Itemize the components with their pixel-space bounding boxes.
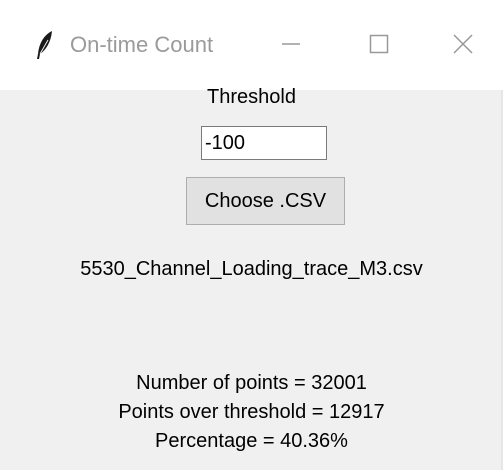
app-window: On-time Count Threshold Choose .CSV 5530…	[0, 0, 503, 470]
file-name-label: 5530_Channel_Loading_trace_M3.csv	[80, 258, 423, 280]
close-icon[interactable]	[440, 24, 486, 64]
minimize-icon[interactable]	[268, 24, 314, 64]
points-count-label: Number of points = 32001	[136, 372, 367, 394]
threshold-label: Threshold	[207, 86, 296, 108]
feather-icon	[34, 30, 56, 60]
percentage-label: Percentage = 40.36%	[155, 430, 348, 452]
maximize-icon[interactable]	[356, 24, 402, 64]
threshold-input[interactable]	[205, 128, 323, 158]
choose-csv-button[interactable]: Choose .CSV	[186, 177, 345, 225]
points-over-threshold-label: Points over threshold = 12917	[118, 401, 385, 423]
title-bar[interactable]: On-time Count	[0, 0, 503, 90]
threshold-input-box[interactable]	[201, 126, 327, 160]
window-title: On-time Count	[70, 32, 214, 57]
